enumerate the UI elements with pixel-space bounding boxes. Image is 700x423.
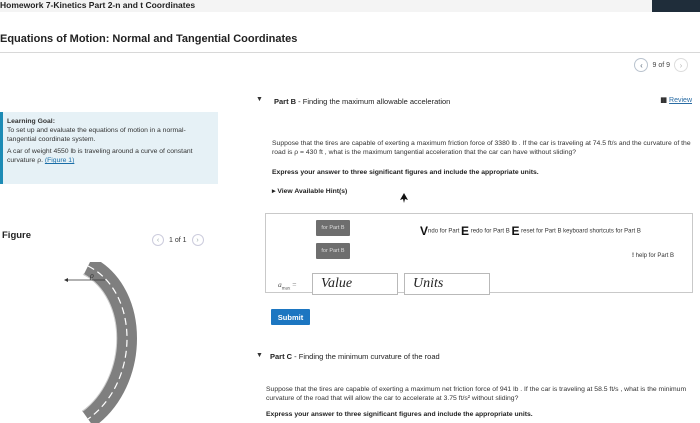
divider	[0, 52, 700, 53]
hints-label: View Available Hint(s)	[277, 188, 348, 195]
template-button[interactable]: for Part B	[316, 220, 350, 236]
part-b-title[interactable]: Part B - Finding the maximum allowable a…	[274, 97, 450, 106]
part-c-title-text: - Finding the minimum curvature of the r…	[292, 352, 440, 361]
review-label: Review	[669, 97, 692, 104]
value-input[interactable]: Value	[312, 273, 398, 295]
top-bar-dark-region	[652, 0, 700, 12]
help-icon: !	[632, 253, 634, 259]
learning-goal-text: To set up and evaluate the equations of …	[7, 126, 186, 143]
answer-variable-label: amax =	[278, 280, 297, 292]
undo-button[interactable]: ndo for Part	[428, 229, 459, 235]
figure-count: 1 of 1	[169, 236, 187, 244]
figure-next-button[interactable]: ›	[191, 234, 204, 246]
collapse-part-c-icon[interactable]: ▼	[256, 352, 263, 359]
mouse-cursor-icon	[400, 193, 408, 203]
keyboard-shortcuts-button[interactable]: keyboard shortcuts for Part B	[563, 229, 641, 235]
review-icon: ▮▮	[660, 97, 667, 104]
intro-text: A car of weight 4550 lb is traveling aro…	[7, 148, 193, 165]
next-problem-button[interactable]: ›	[674, 58, 688, 72]
redo-button[interactable]: redo for Part B	[471, 229, 510, 235]
chevron-left-icon: ‹	[640, 60, 643, 70]
top-bar: Homework 7-Kinetics Part 2-n and t Coord…	[0, 0, 700, 12]
part-c-title[interactable]: Part C - Finding the minimum curvature o…	[270, 352, 440, 361]
learning-goal-panel: Learning Goal: To set up and evaluate th…	[0, 112, 218, 184]
collapse-part-b-icon[interactable]: ▼	[256, 96, 263, 103]
submit-button[interactable]: Submit	[271, 309, 310, 325]
curved-road-figure: ρ	[64, 262, 137, 423]
page-title: Equations of Motion: Normal and Tangenti…	[0, 33, 298, 45]
figure-prev-button[interactable]: ‹	[152, 234, 164, 246]
problem-pager: ‹ 9 of 9 ›	[634, 58, 688, 72]
part-c-problem-text: Suppose that the tires are capable of ex…	[266, 386, 687, 403]
reset-button[interactable]: reset for Part B	[521, 229, 561, 235]
learning-goal-heading: Learning Goal:	[7, 118, 55, 125]
part-b-instruction: Express your answer to three significant…	[272, 169, 539, 176]
part-b-title-text: - Finding the maximum allowable accelera…	[296, 97, 451, 106]
redo-icon[interactable]: E	[461, 224, 469, 238]
part-b-problem-text: Suppose that the tires are capable of ex…	[272, 140, 691, 157]
figure-pager: ‹ 1 of 1 ›	[152, 234, 204, 246]
help-button[interactable]: ! help for Part B	[632, 253, 674, 259]
figure-label: Figure	[2, 230, 32, 241]
reset-icon[interactable]: E	[511, 224, 519, 238]
part-c-instruction: Express your answer to three significant…	[266, 411, 533, 418]
units-input[interactable]: Units	[404, 273, 490, 295]
rho-label: ρ	[89, 271, 94, 280]
intro-paragraph: A car of weight 4550 lb is traveling aro…	[7, 148, 214, 166]
part-c-label: Part C	[270, 352, 293, 361]
answer-toolbar: Vndo for Part E redo for Part B E reset …	[420, 224, 641, 238]
undo-icon[interactable]: V	[420, 224, 428, 238]
view-hints-toggle[interactable]: ▸ View Available Hint(s)	[272, 187, 347, 195]
problem-count: 9 of 9	[652, 61, 670, 69]
part-b-label: Part B	[274, 97, 297, 106]
prev-problem-button[interactable]: ‹	[634, 58, 649, 72]
caret-right-icon: ▸	[272, 188, 276, 195]
figure-link[interactable]: (Figure 1)	[45, 157, 74, 164]
review-link[interactable]: ▮▮ Review	[660, 96, 692, 104]
chevron-right-icon: ›	[679, 60, 683, 70]
assignment-title[interactable]: Homework 7-Kinetics Part 2-n and t Coord…	[0, 0, 195, 10]
template-button-2[interactable]: for Part B	[316, 243, 350, 259]
